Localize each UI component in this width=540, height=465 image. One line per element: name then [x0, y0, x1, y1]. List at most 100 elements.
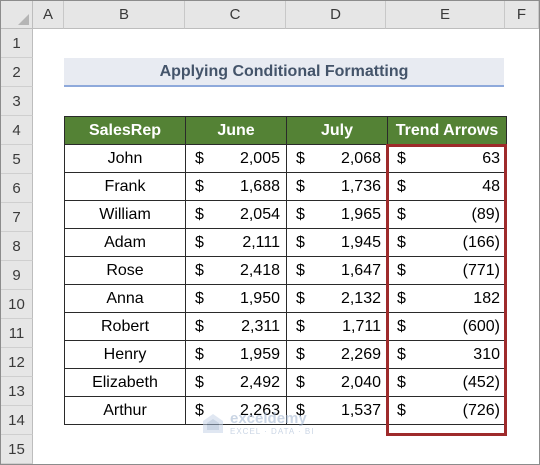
table-row: Rose $2,418 $1,647 $ (771): [64, 256, 507, 285]
header-july[interactable]: July: [286, 116, 388, 145]
currency-symbol: $: [397, 373, 406, 391]
trend-cell[interactable]: $ (771): [387, 256, 507, 285]
july-value: 1,965: [340, 205, 381, 223]
table-row: Adam $2,111 $1,945 $ (166): [64, 228, 507, 257]
header-june[interactable]: June: [185, 116, 287, 145]
july-cell[interactable]: $1,965: [286, 200, 388, 229]
june-cell[interactable]: $2,263: [185, 396, 287, 425]
currency-symbol: $: [195, 345, 204, 363]
select-all-corner[interactable]: [1, 1, 33, 29]
column-header-e[interactable]: E: [386, 1, 505, 29]
row-header-9[interactable]: 9: [1, 261, 33, 290]
june-cell[interactable]: $2,418: [185, 256, 287, 285]
june-value: 2,311: [241, 317, 280, 335]
june-cell[interactable]: $2,054: [185, 200, 287, 229]
table-row: Frank $1,688 $1,736 $48: [64, 172, 507, 201]
june-cell[interactable]: $1,950: [185, 284, 287, 313]
trend-cell[interactable]: $63: [387, 144, 507, 173]
june-cell[interactable]: $2,005: [185, 144, 287, 173]
spreadsheet-frame: A B C D E F 1 2 3 4 5 6 7 8 9 10 11 12 1…: [0, 0, 540, 465]
trend-cell[interactable]: $ (600): [387, 312, 507, 341]
trend-value: (452): [462, 373, 500, 391]
july-cell[interactable]: $1,647: [286, 256, 388, 285]
trend-value: (600): [462, 317, 500, 335]
trend-cell[interactable]: $182: [387, 284, 507, 313]
salesrep-cell[interactable]: Anna: [64, 284, 186, 313]
salesrep-cell[interactable]: Arthur: [64, 396, 186, 425]
june-value: 2,111: [242, 233, 280, 251]
row-header-3[interactable]: 3: [1, 87, 33, 116]
table-row: Robert $2,311 $1,711 $ (600): [64, 312, 507, 341]
june-value: 2,492: [239, 373, 280, 391]
july-value: 1,736: [340, 177, 381, 195]
salesrep-cell[interactable]: Rose: [64, 256, 186, 285]
salesrep-cell[interactable]: Elizabeth: [64, 368, 186, 397]
trend-cell[interactable]: $ (166): [387, 228, 507, 257]
july-cell[interactable]: $2,132: [286, 284, 388, 313]
july-cell[interactable]: $2,269: [286, 340, 388, 369]
salesrep-cell[interactable]: Adam: [64, 228, 186, 257]
salesrep-cell[interactable]: Henry: [64, 340, 186, 369]
trend-value: 182: [473, 289, 500, 307]
currency-symbol: $: [195, 317, 204, 335]
salesrep-cell[interactable]: William: [64, 200, 186, 229]
trend-value: (726): [462, 401, 500, 419]
june-cell[interactable]: $2,111: [185, 228, 287, 257]
june-cell[interactable]: $1,959: [185, 340, 287, 369]
row-header-12[interactable]: 12: [1, 348, 33, 377]
trend-cell[interactable]: $ (89): [387, 200, 507, 229]
currency-symbol: $: [397, 177, 406, 195]
row-header-7[interactable]: 7: [1, 203, 33, 232]
trend-value: 310: [473, 345, 500, 363]
header-salesrep[interactable]: SalesRep: [64, 116, 186, 145]
trend-value: 48: [482, 177, 500, 195]
column-header-a[interactable]: A: [33, 1, 64, 29]
column-header-b[interactable]: B: [64, 1, 185, 29]
july-value: 1,647: [340, 261, 381, 279]
trend-cell[interactable]: $ (452): [387, 368, 507, 397]
header-trend-arrows[interactable]: Trend Arrows: [387, 116, 507, 145]
row-header-5[interactable]: 5: [1, 145, 33, 174]
column-header-d[interactable]: D: [286, 1, 386, 29]
row-header-10[interactable]: 10: [1, 290, 33, 319]
salesrep-cell[interactable]: Robert: [64, 312, 186, 341]
row-header-14[interactable]: 14: [1, 406, 33, 435]
row-header-15[interactable]: 15: [1, 435, 33, 464]
july-cell[interactable]: $2,068: [286, 144, 388, 173]
july-cell[interactable]: $1,736: [286, 172, 388, 201]
currency-symbol: $: [195, 205, 204, 223]
july-cell[interactable]: $1,537: [286, 396, 388, 425]
trend-cell[interactable]: $ (726): [387, 396, 507, 425]
currency-symbol: $: [195, 401, 204, 419]
row-header-2[interactable]: 2: [1, 58, 33, 87]
row-header-11[interactable]: 11: [1, 319, 33, 348]
trend-cell[interactable]: $310: [387, 340, 507, 369]
july-value: 2,132: [340, 289, 381, 307]
june-value: 1,959: [239, 345, 280, 363]
column-header-f[interactable]: F: [505, 1, 539, 29]
june-value: 2,005: [239, 149, 280, 167]
row-header-4[interactable]: 4: [1, 116, 33, 145]
july-value: 2,269: [340, 345, 381, 363]
row-header-13[interactable]: 13: [1, 377, 33, 406]
june-value: 2,263: [239, 401, 280, 419]
salesrep-cell[interactable]: John: [64, 144, 186, 173]
sheet-title-cell[interactable]: Applying Conditional Formatting: [64, 58, 504, 87]
table-body: John $2,005 $2,068 $63 Frank $1,688 $1,736 $48 W…: [64, 144, 507, 425]
june-value: 2,054: [239, 205, 280, 223]
sales-table: SalesRep June July Trend Arrows John $2,0…: [64, 116, 507, 425]
july-cell[interactable]: $1,945: [286, 228, 388, 257]
watermark-tagline: EXCEL · DATA · BI: [230, 427, 315, 436]
july-cell[interactable]: $2,040: [286, 368, 388, 397]
july-cell[interactable]: $1,711: [286, 312, 388, 341]
trend-cell[interactable]: $48: [387, 172, 507, 201]
june-cell[interactable]: $1,688: [185, 172, 287, 201]
currency-symbol: $: [296, 205, 305, 223]
june-cell[interactable]: $2,311: [185, 312, 287, 341]
column-header-c[interactable]: C: [185, 1, 286, 29]
june-cell[interactable]: $2,492: [185, 368, 287, 397]
row-header-8[interactable]: 8: [1, 232, 33, 261]
row-header-1[interactable]: 1: [1, 29, 33, 58]
salesrep-cell[interactable]: Frank: [64, 172, 186, 201]
row-header-6[interactable]: 6: [1, 174, 33, 203]
